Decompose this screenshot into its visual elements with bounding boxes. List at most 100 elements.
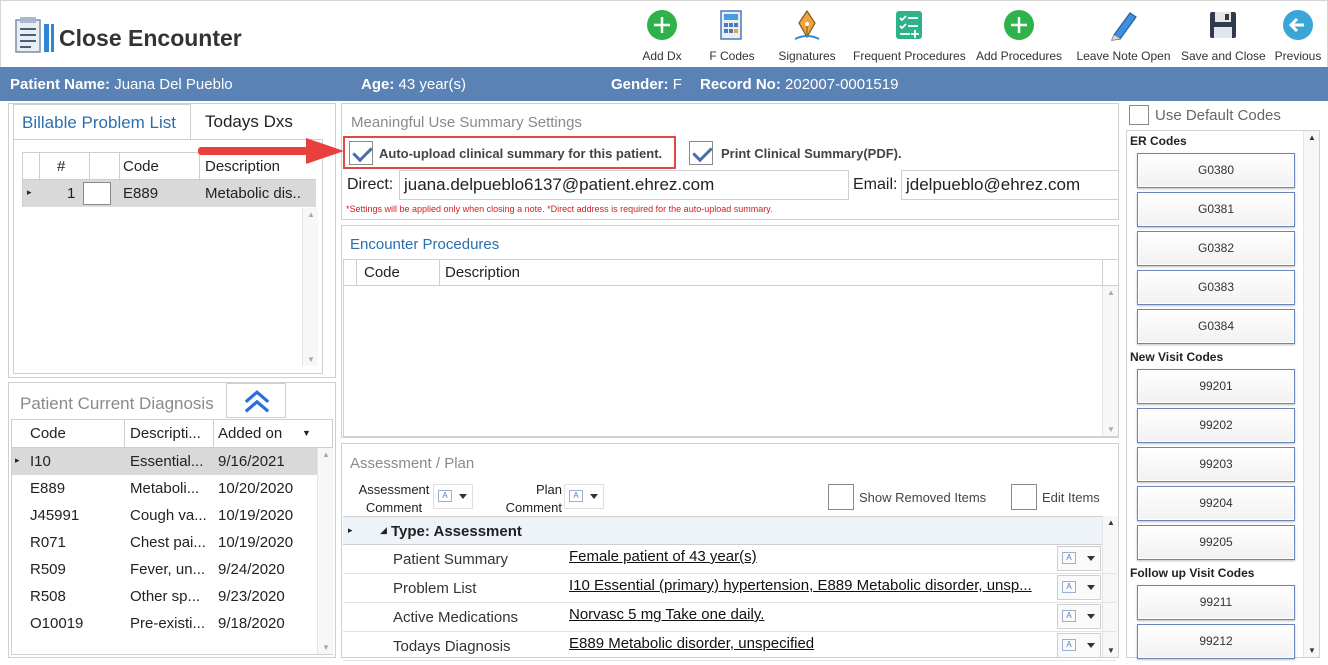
table-row[interactable]: R509 Fever, un... 9/24/2020 xyxy=(12,556,317,583)
code-button[interactable]: G0384 xyxy=(1137,309,1295,344)
assessment-item-row[interactable]: Patient Summary Female patient of 43 year… xyxy=(343,545,1116,574)
scroll-up-icon[interactable]: ▲ xyxy=(1107,518,1115,527)
code-button[interactable]: 99205 xyxy=(1137,525,1295,560)
scroll-down-icon[interactable]: ▼ xyxy=(1308,646,1316,655)
code-button[interactable]: 99202 xyxy=(1137,408,1295,443)
plan-comment-dropdown[interactable]: A xyxy=(564,484,604,509)
scroll-up-icon[interactable]: ▲ xyxy=(307,210,315,219)
col-description[interactable]: Description xyxy=(445,264,520,281)
scroll-down-icon[interactable]: ▼ xyxy=(307,355,315,364)
assessment-plan-title: Assessment / Plan xyxy=(350,455,475,472)
scroll-up-icon[interactable]: ▲ xyxy=(322,450,330,459)
encounter-procedures-panel: Encounter Procedures Code Description ▲ … xyxy=(341,225,1119,438)
scroll-down-icon[interactable]: ▼ xyxy=(322,643,330,652)
add-circle-icon xyxy=(647,10,677,40)
assessment-comment-label: Assessment Comment xyxy=(358,482,430,515)
item-label: Todays Diagnosis xyxy=(393,638,511,655)
tab-todays-dxs[interactable]: Todays Dxs xyxy=(197,104,307,140)
table-row[interactable]: E889 Metaboli... 10/20/2020 xyxy=(12,475,317,502)
assessment-comment-dropdown[interactable]: A xyxy=(433,484,473,509)
row-date: 10/19/2020 xyxy=(218,534,294,551)
add-procedures-button[interactable]: Add Procedures xyxy=(976,9,1062,65)
table-row[interactable]: J45991 Cough va... 10/19/2020 xyxy=(12,502,317,529)
assessment-group-row[interactable]: ▸ ◢ Type: Assessment xyxy=(343,516,1103,545)
code-button[interactable]: 99211 xyxy=(1137,585,1295,620)
add-dx-button[interactable]: Add Dx xyxy=(639,9,685,65)
code-button[interactable]: G0381 xyxy=(1137,192,1295,227)
header-bar: Close Encounter Add Dx F Codes Signature… xyxy=(0,0,1328,67)
item-value[interactable]: Norvasc 5 mg Take one daily. xyxy=(569,606,1055,623)
f-codes-button[interactable]: F Codes xyxy=(707,9,757,65)
problem-grid-scrollbar[interactable]: ▲ ▼ xyxy=(302,208,318,366)
email-field[interactable]: jdelpueblo@ehrez.com xyxy=(901,170,1119,200)
current-dx-scrollbar[interactable]: ▲ ▼ xyxy=(317,448,333,654)
signatures-button[interactable]: Signatures xyxy=(777,9,837,65)
save-and-close-button[interactable]: Save and Close xyxy=(1181,9,1266,65)
previous-label: Previous xyxy=(1274,49,1322,63)
save-and-close-label: Save and Close xyxy=(1181,49,1266,63)
collapse-triangle-icon[interactable]: ◢ xyxy=(380,525,387,536)
assessment-item-row[interactable]: Active Medications Norvasc 5 mg Take one … xyxy=(343,603,1116,632)
table-row[interactable]: O10019 Pre-existi... 9/18/2020 xyxy=(12,610,317,637)
table-row[interactable]: ▸ I10 Essential... 9/16/2021 xyxy=(12,448,317,475)
item-format-dropdown[interactable]: A xyxy=(1057,633,1101,658)
collapse-button[interactable] xyxy=(226,383,286,418)
floppy-disk-icon xyxy=(1210,12,1236,38)
use-default-codes-checkbox[interactable] xyxy=(1129,105,1149,125)
assessment-item-row[interactable]: Problem List I10 Essential (primary) hype… xyxy=(343,574,1116,603)
item-value[interactable]: E889 Metabolic disorder, unspecified xyxy=(569,635,1055,652)
direct-address-field[interactable]: juana.delpueblo6137@patient.ehrez.com xyxy=(399,170,849,200)
settings-note: *Settings will be applied only when clos… xyxy=(346,204,773,214)
col-code[interactable]: Code xyxy=(123,158,159,175)
col-code[interactable]: Code xyxy=(364,264,400,281)
scroll-up-icon[interactable]: ▲ xyxy=(1107,288,1115,297)
signatures-label: Signatures xyxy=(778,49,836,63)
sort-down-icon[interactable]: ▼ xyxy=(302,428,311,438)
chevron-down-icon xyxy=(459,494,467,499)
current-diagnosis-panel: Patient Current Diagnosis Code Descripti… xyxy=(8,382,336,658)
frequent-procedures-button[interactable]: Frequent Procedures xyxy=(853,9,966,65)
codes-scrollbar[interactable]: ▲ ▼ xyxy=(1303,131,1319,657)
code-button[interactable]: G0383 xyxy=(1137,270,1295,305)
chevron-down-icon xyxy=(1087,643,1095,648)
table-row[interactable]: R071 Chest pai... 10/19/2020 xyxy=(12,529,317,556)
text-format-icon: A xyxy=(1062,552,1076,564)
leave-note-open-button[interactable]: Leave Note Open xyxy=(1076,9,1171,65)
code-button[interactable]: G0380 xyxy=(1137,153,1295,188)
show-removed-checkbox[interactable] xyxy=(828,484,854,510)
item-format-dropdown[interactable]: A xyxy=(1057,546,1101,571)
col-added-on[interactable]: Added on xyxy=(218,425,282,442)
calculator-icon xyxy=(720,10,742,40)
item-format-dropdown[interactable]: A xyxy=(1057,604,1101,629)
assessment-item-row[interactable]: Todays Diagnosis E889 Metabolic disorder… xyxy=(343,632,1116,661)
print-summary-checkbox[interactable] xyxy=(689,141,713,165)
code-group-title: New Visit Codes xyxy=(1130,350,1224,364)
item-value[interactable]: Female patient of 43 year(s) xyxy=(569,548,1055,565)
row-checkbox[interactable] xyxy=(83,182,111,205)
code-button[interactable]: 99204 xyxy=(1137,486,1295,521)
leave-note-open-label: Leave Note Open xyxy=(1076,49,1171,63)
col-description[interactable]: Descripti... xyxy=(130,425,201,442)
item-value[interactable]: I10 Essential (primary) hypertension, E8… xyxy=(569,577,1055,594)
text-format-icon: A xyxy=(1062,610,1076,622)
col-code[interactable]: Code xyxy=(30,425,66,442)
back-arrow-icon xyxy=(1283,10,1313,40)
procedures-scrollbar[interactable]: ▲ ▼ xyxy=(1102,286,1118,436)
item-format-dropdown[interactable]: A xyxy=(1057,575,1101,600)
previous-button[interactable]: Previous xyxy=(1273,9,1323,65)
col-num[interactable]: # xyxy=(57,158,65,175)
notes-app-icon xyxy=(15,17,54,53)
code-button[interactable]: G0382 xyxy=(1137,231,1295,266)
chevron-down-icon xyxy=(1087,614,1095,619)
code-button[interactable]: 99212 xyxy=(1137,624,1295,659)
tab-billable-problem-list[interactable]: Billable Problem List xyxy=(13,104,191,140)
table-row[interactable]: ▸ 1 E889 Metabolic dis... xyxy=(22,180,316,207)
auto-upload-checkbox[interactable] xyxy=(349,141,373,165)
scroll-down-icon[interactable]: ▼ xyxy=(1107,425,1115,434)
scroll-up-icon[interactable]: ▲ xyxy=(1308,133,1316,142)
table-row[interactable]: R508 Other sp... 9/23/2020 xyxy=(12,583,317,610)
code-button[interactable]: 99203 xyxy=(1137,447,1295,482)
text-format-icon: A xyxy=(1062,639,1076,651)
edit-items-checkbox[interactable] xyxy=(1011,484,1037,510)
code-button[interactable]: 99201 xyxy=(1137,369,1295,404)
